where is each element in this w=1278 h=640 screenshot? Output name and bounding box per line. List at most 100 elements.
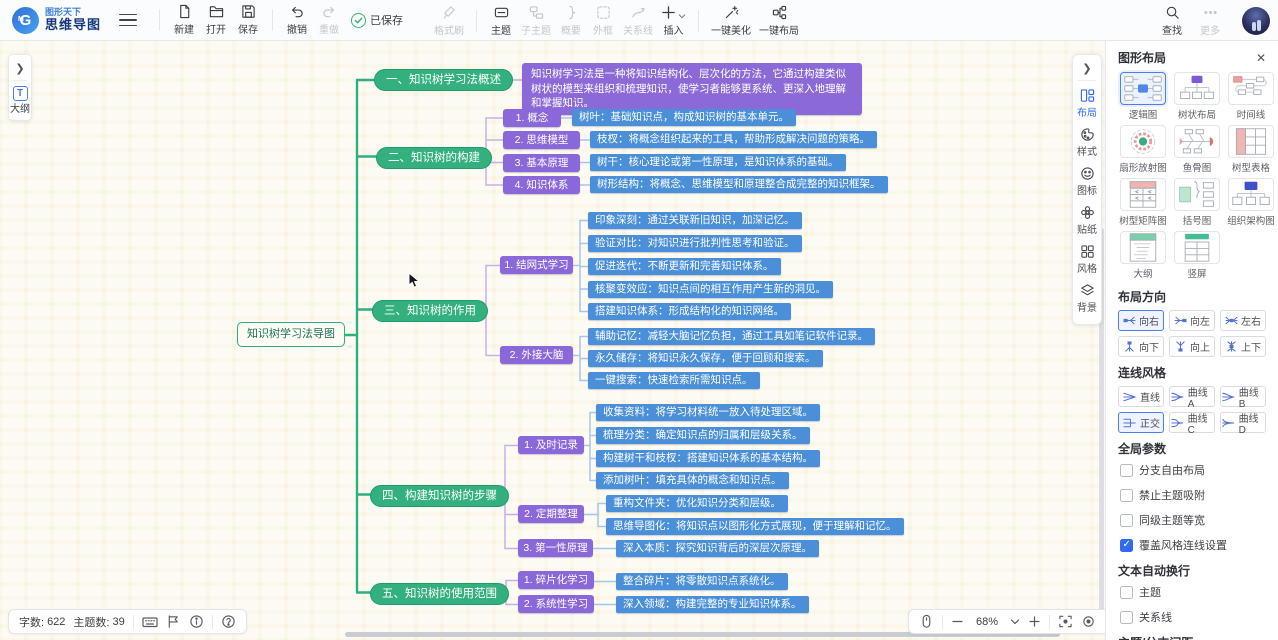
layout-option-org-chart[interactable]: 组织架构图 <box>1226 178 1276 227</box>
outline-label[interactable]: 大纲 <box>10 104 30 115</box>
checkbox-icon[interactable] <box>1120 464 1133 477</box>
layout-option-tree-matrix[interactable]: 树型矩阵图 <box>1118 178 1168 227</box>
leaf-topic-node[interactable]: 深入领域：构建完整的专业知识体系。 <box>616 596 809 613</box>
frame-button[interactable]: 外框 <box>587 2 619 39</box>
root-topic-node[interactable]: 知识树学习法导图 <box>237 322 345 347</box>
leaf-topic-node[interactable]: 构建树干和枝杈：搭建知识体系的基本结构。 <box>596 450 820 467</box>
tab-layout[interactable]: 布局 <box>1073 84 1101 123</box>
layout-option-radial-map[interactable]: 扇形放射图 <box>1118 125 1168 174</box>
direction-right-button[interactable]: 向右 <box>1118 310 1164 331</box>
leaf-topic-node[interactable]: 树叶：基础知识点，构成知识树的基本单元。 <box>572 109 796 126</box>
leaf-topic-node[interactable]: 重构文件夹：优化知识分类和层级。 <box>606 495 788 512</box>
leaf-topic-node[interactable]: 搭建知识体系：形成结构化的知识网络。 <box>588 303 791 320</box>
leaf-topic-node[interactable]: 知识树学习法是一种将知识结构化、层次化的方法，它通过构建类似树状的模型来组织和梳… <box>522 63 862 115</box>
auto-layout-button[interactable]: 一键布局 <box>755 2 803 39</box>
checkbox-wrap-relation-line[interactable]: 关系线 <box>1120 609 1266 625</box>
open-file-button[interactable]: 打开 <box>200 2 232 39</box>
sub-topic-node[interactable]: 2. 外接大脑 <box>500 346 573 364</box>
tab-theme[interactable]: 风格 <box>1073 240 1101 279</box>
sub-topic-node[interactable]: 4. 知识体系 <box>503 176 580 194</box>
summary-button[interactable]: 概要 <box>555 2 587 39</box>
layout-option-portrait[interactable]: 竖屏 <box>1174 231 1220 280</box>
leaf-topic-node[interactable]: 促进迭代：不断更新和完善知识体系。 <box>588 258 781 275</box>
chevron-down-icon[interactable] <box>1010 618 1020 626</box>
find-button[interactable]: 查找 <box>1156 2 1188 39</box>
sub-topic-node[interactable]: 2. 定期整理 <box>518 505 584 523</box>
layout-option-tree-layout[interactable]: 树状布局 <box>1174 72 1220 121</box>
leaf-topic-node[interactable]: 枝杈：将概念组织起来的工具，帮助形成解决问题的策略。 <box>590 131 877 148</box>
zoom-level[interactable]: 68% <box>972 616 1002 628</box>
direction-down-button[interactable]: 向下 <box>1118 336 1164 357</box>
checkbox-icon[interactable] <box>1120 611 1133 624</box>
leaf-topic-node[interactable]: 核聚变效应：知识点间的相互作用产生新的洞见。 <box>588 281 833 298</box>
branch-topic-node[interactable]: 一、知识树学习法概述 <box>374 69 513 91</box>
leaf-topic-node[interactable]: 整合碎片：将零散知识点系统化。 <box>616 573 788 590</box>
layout-option-tree-table[interactable]: 树型表格 <box>1226 125 1276 174</box>
close-icon[interactable]: ✕ <box>1256 52 1266 64</box>
direction-up-down-button[interactable]: 上下 <box>1220 336 1266 357</box>
center-root-icon[interactable] <box>1081 614 1096 629</box>
line-curve-a-button[interactable]: 曲线A <box>1169 386 1215 407</box>
subtopic-button[interactable]: 子主题 <box>517 2 555 39</box>
sub-topic-node[interactable]: 3. 第一性原理 <box>518 539 593 557</box>
collapse-sidebar-icon[interactable]: ❯ <box>1082 59 1091 80</box>
tab-icons[interactable]: 图标 <box>1073 162 1101 201</box>
insert-button[interactable]: 插入 <box>657 2 690 39</box>
topic-button[interactable]: 主题 <box>485 2 517 39</box>
checkbox-disable-topic-snap[interactable]: 禁止主题吸附 <box>1120 487 1266 503</box>
checkbox-wrap-topic[interactable]: 主题 <box>1120 584 1266 600</box>
milestone-flag-icon[interactable] <box>166 614 181 629</box>
leaf-topic-node[interactable]: 验证对比：对知识进行批判性思考和验证。 <box>588 235 802 252</box>
leaf-topic-node[interactable]: 梳理分类：确定知识点的归属和层级关系。 <box>596 427 810 444</box>
zoom-in-icon[interactable] <box>1028 615 1041 628</box>
line-straight-button[interactable]: 直线 <box>1118 386 1164 407</box>
leaf-topic-node[interactable]: 深入本质：探究知识背后的深层次原理。 <box>616 540 819 557</box>
tab-background[interactable]: 背景 <box>1073 279 1101 318</box>
direction-up-button[interactable]: 向上 <box>1169 336 1215 357</box>
leaf-topic-node[interactable]: 一键搜索：快速检索所需知识点。 <box>588 372 760 389</box>
keyboard-shortcuts-icon[interactable] <box>142 614 158 630</box>
branch-topic-node[interactable]: 三、知识树的作用 <box>372 300 488 322</box>
undo-button[interactable]: 撤销 <box>281 2 313 39</box>
checkbox-icon[interactable] <box>1120 489 1133 502</box>
sub-topic-node[interactable]: 2. 系统性学习 <box>518 595 594 613</box>
sub-topic-node[interactable]: 2. 思维模型 <box>503 131 580 149</box>
line-curve-c-button[interactable]: 曲线C <box>1169 412 1215 433</box>
branch-topic-node[interactable]: 四、构建知识树的步骤 <box>370 485 509 507</box>
layout-option-bracket-map[interactable]: 括号图 <box>1174 178 1220 227</box>
relation-line-button[interactable]: 关系线 <box>619 2 657 39</box>
tab-stickers[interactable]: 贴纸 <box>1073 201 1101 240</box>
menu-icon[interactable] <box>119 14 137 27</box>
save-button[interactable]: 保存 <box>232 2 264 39</box>
line-orthogonal-button[interactable]: 正交 <box>1118 412 1164 433</box>
new-file-button[interactable]: 新建 <box>168 2 200 39</box>
branch-topic-node[interactable]: 五、知识树的使用范围 <box>370 583 509 605</box>
tab-style[interactable]: 样式 <box>1073 123 1101 162</box>
sub-topic-node[interactable]: 1. 结网式学习 <box>500 256 573 274</box>
help-icon[interactable] <box>221 614 236 629</box>
format-painter-button[interactable]: 格式刷 <box>430 2 468 39</box>
more-button[interactable]: 更多 <box>1194 2 1226 39</box>
line-curve-d-button[interactable]: 曲线D <box>1220 412 1266 433</box>
leaf-topic-node[interactable]: 树干：核心理论或第一性原理，是知识体系的基础。 <box>590 154 846 171</box>
sub-topic-node[interactable]: 1. 概念 <box>503 109 561 127</box>
leaf-topic-node[interactable]: 永久储存：将知识永久保存，便于回顾和搜索。 <box>588 350 823 367</box>
leaf-topic-node[interactable]: 思维导图化：将知识点以图形化方式展现，便于理解和记忆。 <box>606 518 904 535</box>
expand-panel-icon[interactable]: ❯ <box>15 60 24 80</box>
layout-option-logic-diagram[interactable]: 逻辑图 <box>1118 72 1168 121</box>
sub-topic-node[interactable]: 3. 基本原理 <box>503 154 580 172</box>
layout-option-fishbone[interactable]: 鱼骨图 <box>1174 125 1220 174</box>
pan-mode-icon[interactable] <box>919 614 934 629</box>
direction-left-button[interactable]: 向左 <box>1169 310 1215 331</box>
info-icon[interactable] <box>189 614 204 629</box>
layout-option-outline[interactable]: 大纲 <box>1118 231 1168 280</box>
redo-button[interactable]: 重做 <box>313 2 345 39</box>
leaf-topic-node[interactable]: 添加树叶：填充具体的概念和知识点。 <box>596 472 789 489</box>
checkbox-equal-width-siblings[interactable]: 同级主题等宽 <box>1120 512 1266 528</box>
leaf-topic-node[interactable]: 收集资料：将学习材料统一放入待处理区域。 <box>596 404 820 421</box>
fit-to-screen-icon[interactable] <box>1058 614 1073 629</box>
beautify-button[interactable]: 一键美化 <box>707 2 755 39</box>
checkbox-icon[interactable] <box>1120 514 1133 527</box>
checkbox-override-line-style[interactable]: 覆盖风格连线设置 <box>1120 537 1266 553</box>
leaf-topic-node[interactable]: 印象深刻：通过关联新旧知识，加深记忆。 <box>588 212 802 229</box>
